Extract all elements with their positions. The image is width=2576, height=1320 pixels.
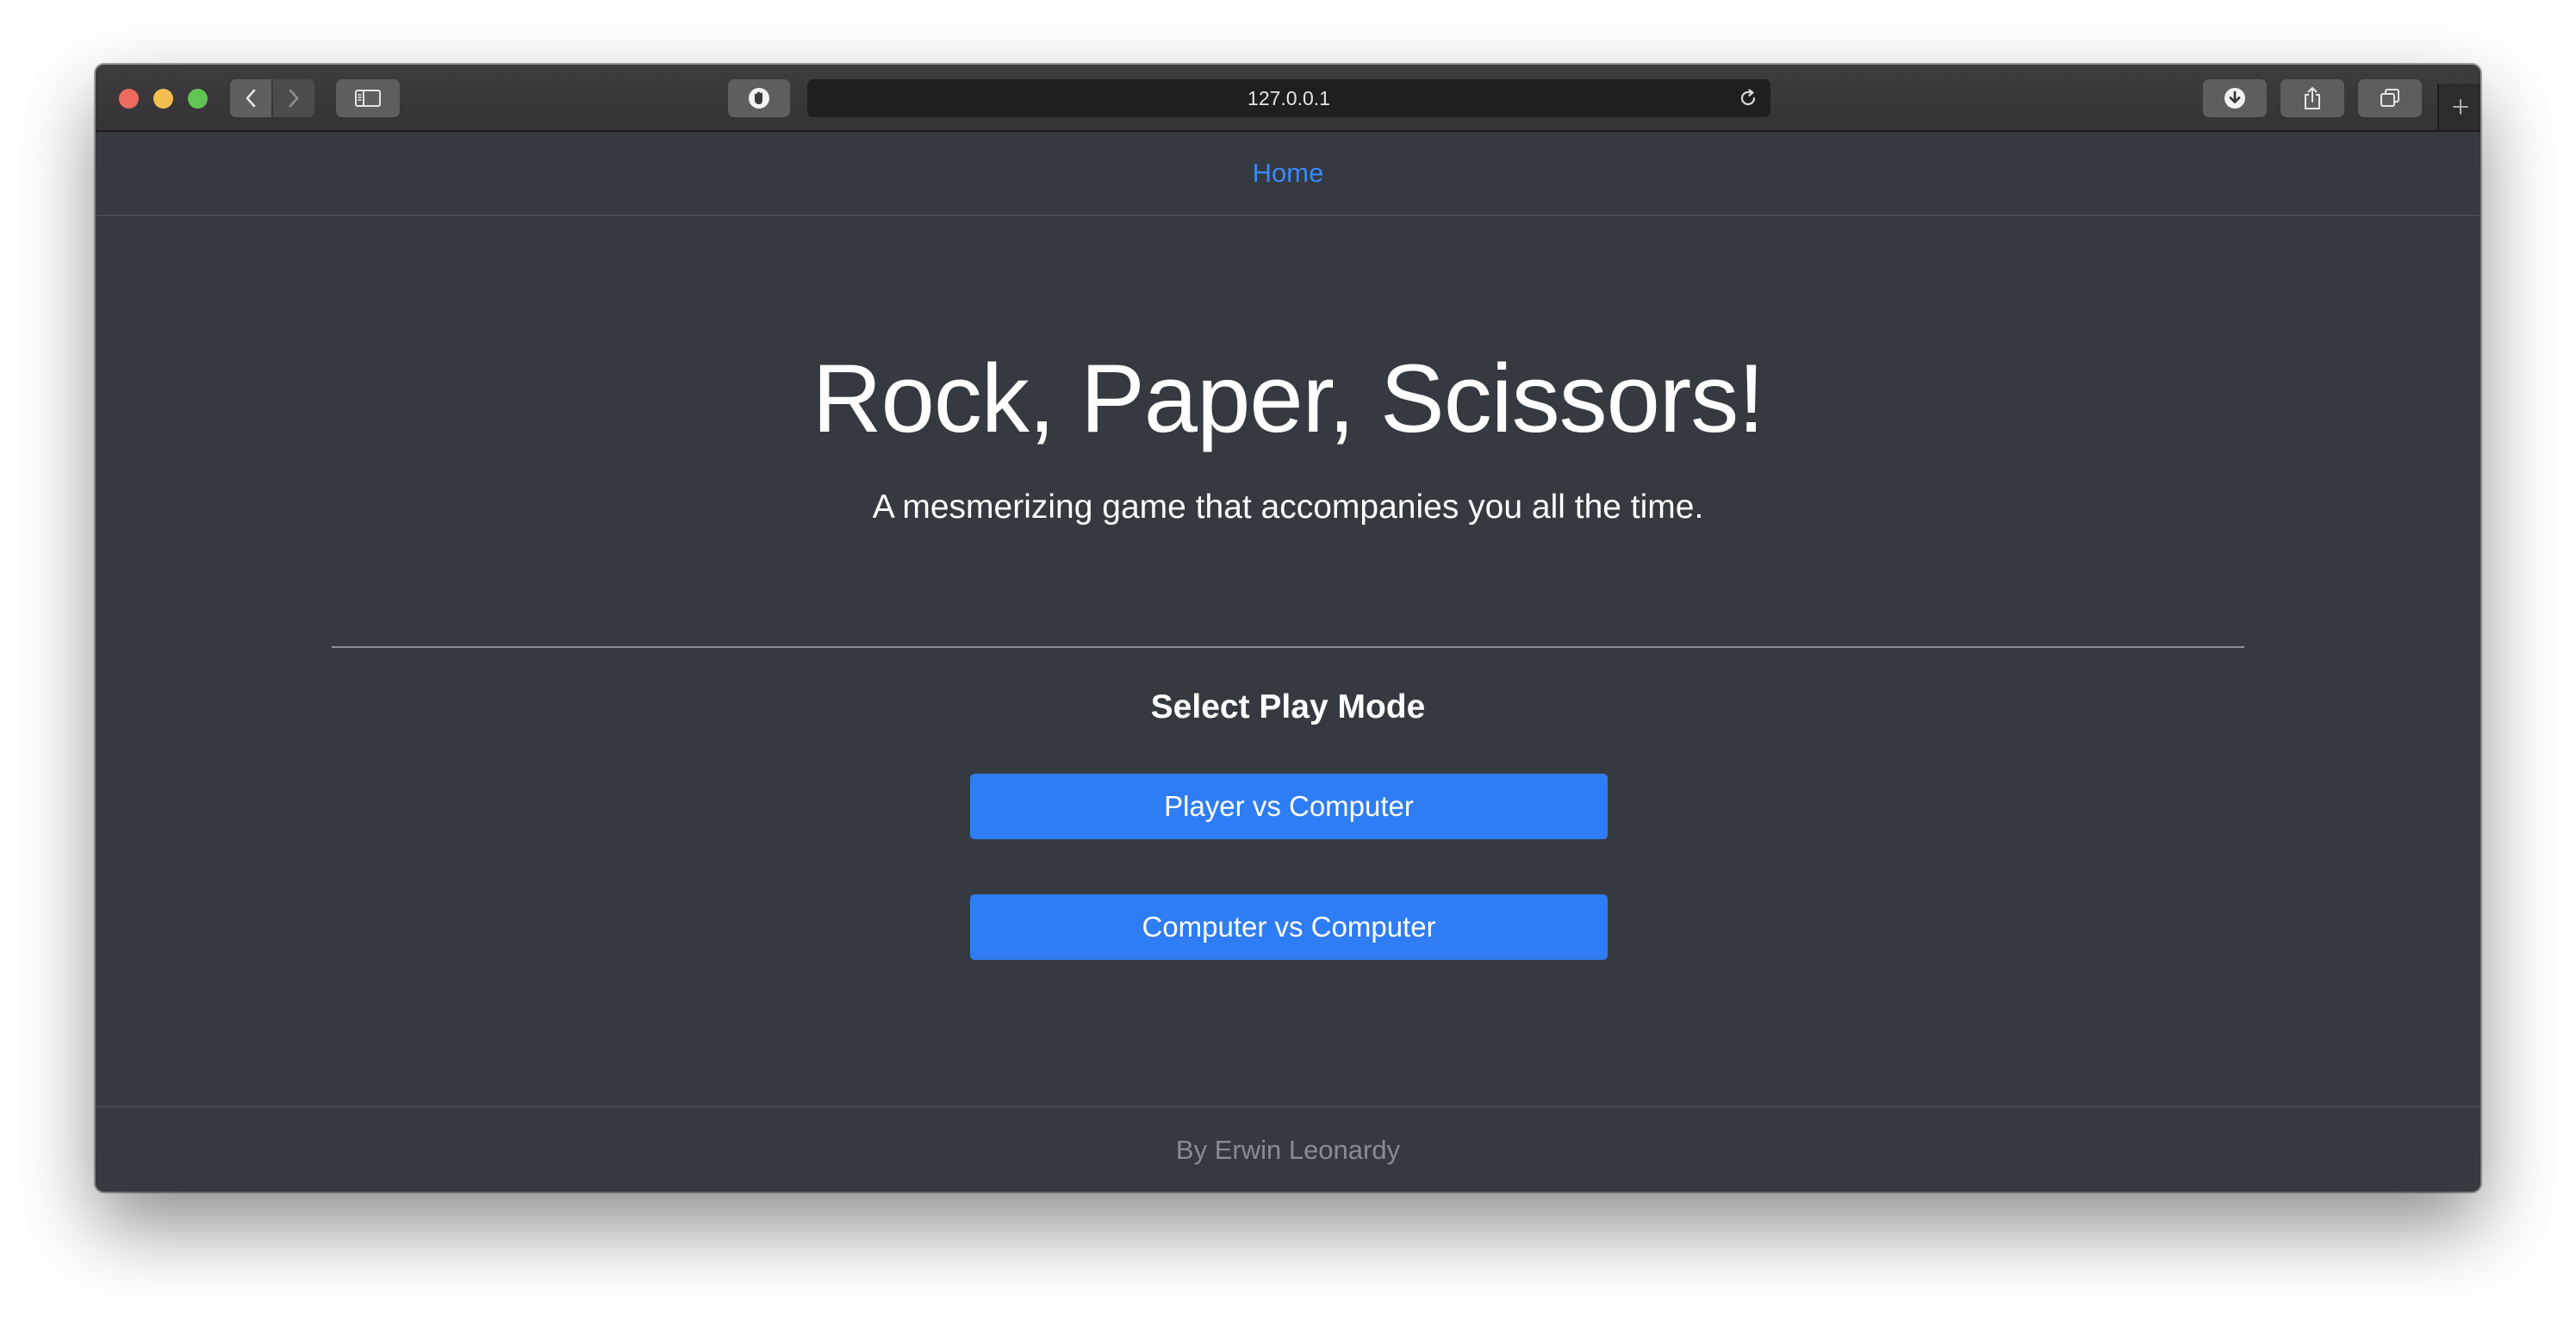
close-window-button[interactable] — [119, 89, 139, 109]
top-navbar: Home — [96, 132, 2480, 216]
footer-credit: By Erwin Leonardy — [1175, 1135, 1401, 1165]
download-icon — [2224, 88, 2245, 109]
back-button[interactable] — [230, 79, 271, 117]
privacy-report-button[interactable] — [728, 79, 790, 117]
address-text: 127.0.0.1 — [1248, 86, 1330, 109]
address-bar[interactable]: 127.0.0.1 — [807, 79, 1770, 117]
chevron-left-icon — [246, 89, 256, 108]
play-mode-heading: Select Play Mode — [1150, 688, 1426, 725]
minimize-window-button[interactable] — [153, 89, 173, 109]
plus-icon — [2453, 99, 2468, 115]
page-title: Rock, Paper, Scissors! — [812, 345, 1765, 452]
computer-vs-computer-button[interactable]: Computer vs Computer — [970, 894, 1608, 960]
nav-home-link[interactable]: Home — [1253, 158, 1324, 189]
zoom-window-button[interactable] — [188, 89, 208, 109]
browser-window: 127.0.0.1 Home Rock, Paper, Scissors! A … — [96, 65, 2480, 1192]
chevron-right-icon — [289, 89, 299, 108]
share-icon — [2305, 87, 2320, 109]
new-tab-button[interactable] — [2437, 84, 2480, 130]
browser-toolbar: 127.0.0.1 — [96, 65, 2480, 132]
forward-button[interactable] — [273, 79, 314, 117]
tabs-overview-icon — [2380, 89, 2399, 107]
page-content: Home Rock, Paper, Scissors! A mesmerizin… — [96, 132, 2480, 1192]
page-subtitle: A mesmerizing game that accompanies you … — [872, 489, 1704, 526]
shield-icon — [749, 88, 769, 109]
share-button[interactable] — [2280, 79, 2344, 117]
player-vs-computer-button[interactable]: Player vs Computer — [970, 774, 1608, 839]
sidebar-icon — [355, 90, 381, 107]
page-footer: By Erwin Leonardy — [96, 1105, 2480, 1192]
tab-overview-button[interactable] — [2358, 79, 2422, 117]
downloads-button[interactable] — [2203, 79, 2267, 117]
reload-icon[interactable] — [1738, 88, 1758, 109]
divider — [332, 646, 2244, 648]
sidebar-toggle-button[interactable] — [336, 79, 400, 117]
